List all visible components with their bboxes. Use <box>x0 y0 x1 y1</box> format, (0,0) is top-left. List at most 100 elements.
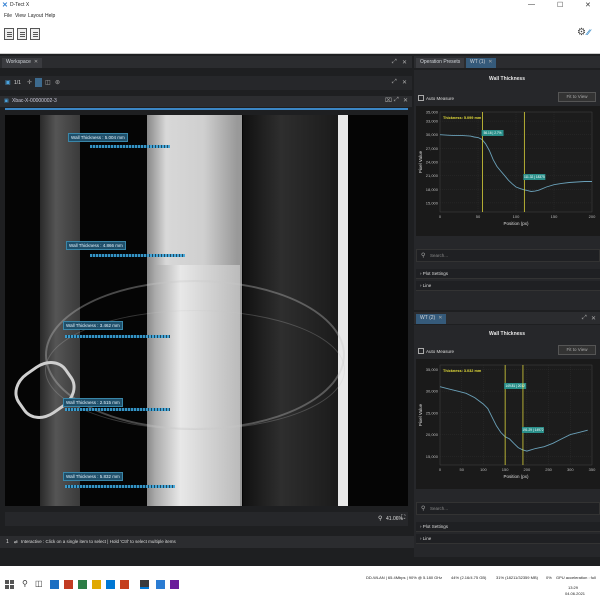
viewer-toolbar: ▣ 1/1 ✛ ◫ ⊛ ⤢ ✕ <box>0 76 412 90</box>
app-logo-icon: ✕ <box>2 2 8 9</box>
search-icon: ⚲ <box>421 506 426 512</box>
edge-icon[interactable] <box>50 580 59 589</box>
x-tick-label: 0 <box>439 467 442 472</box>
fit-to-view-button[interactable]: Fit to View <box>558 92 596 102</box>
measurement-label[interactable]: Wall Thickness : 3.462 mm <box>63 321 123 330</box>
profile-chart-2[interactable]: 15,000 20,000 25,000 30,000 35,000 0 50 100 150 2… <box>416 359 600 489</box>
minimize-button[interactable]: — <box>528 1 535 8</box>
menu-help[interactable]: Help <box>45 13 55 19</box>
x-tick-label: 200 <box>524 467 531 472</box>
search-field[interactable]: ⚲ Search... <box>416 502 600 515</box>
tab-workspace[interactable]: Workspace ✕ <box>2 58 43 68</box>
expand-icon[interactable]: ⤢ <box>582 315 587 322</box>
tab-label: Operation Presets <box>420 59 461 65</box>
status-text: Interactive : Click on a single item to … <box>21 539 176 544</box>
measurement-label[interactable]: Wall Thickness : 4.866 mm <box>66 241 126 250</box>
bookmark-icon[interactable]: ◫ <box>45 79 51 86</box>
expand-icon[interactable]: ⤢ <box>394 97 399 104</box>
app-icon[interactable] <box>156 580 165 589</box>
new-document-icon[interactable] <box>4 28 14 40</box>
marker-label: 191.29 | 14972 <box>522 428 543 432</box>
app-icon[interactable] <box>170 580 179 589</box>
close-icon[interactable]: ✕ <box>34 59 38 65</box>
auto-measure-label: Auto Measure <box>426 96 455 101</box>
list-item-line[interactable]: › Line <box>416 534 600 544</box>
select-tool-icon[interactable] <box>35 78 42 87</box>
dtect-taskbar-icon[interactable] <box>140 580 149 589</box>
powerpoint-icon[interactable] <box>120 580 129 589</box>
crosshair-icon[interactable]: ✛ <box>27 79 32 86</box>
plot-area <box>439 364 593 466</box>
memory-status: 31% (18211/32359 MB) <box>496 575 538 580</box>
close-icon[interactable]: ✕ <box>438 315 442 321</box>
close-button[interactable]: ✕ <box>585 1 591 9</box>
chart-svg: 15,000 18,000 21,000 24,000 27,000 30,000 33,0… <box>418 110 596 227</box>
network-status: DD-WLAN | 65.4Mbps | 90% @ 5.180 GHz <box>366 575 443 580</box>
search-icon[interactable]: ⚲ <box>22 579 28 588</box>
tab-wt-1[interactable]: WT (1) ✕ <box>466 58 497 68</box>
task-view-icon[interactable]: ◫ <box>35 579 43 588</box>
list-item-plot-settings[interactable]: › Plot Settings <box>416 522 600 532</box>
measurement-label[interactable]: Wall Thickness : 2.515 mm <box>63 398 123 407</box>
wt-panel-2: Wall Thickness Auto Measure Fit to View … <box>414 325 600 557</box>
list-item-label: Line <box>422 283 432 288</box>
panel-title: Wall Thickness <box>489 76 525 82</box>
close-icon[interactable]: ✕ <box>402 79 407 86</box>
y-tick-label: 33,000 <box>426 119 439 124</box>
fit-to-view-button[interactable]: Fit to View <box>558 345 596 355</box>
measurement-line[interactable] <box>65 485 175 488</box>
measurement-label[interactable]: Wall Thickness : 5.832 mm <box>63 472 123 481</box>
expand-icon[interactable]: ⤢ <box>392 59 397 66</box>
open-document-icon[interactable] <box>17 28 27 40</box>
menu-view[interactable]: View <box>15 13 26 19</box>
clock-date: 04.06.2021 <box>565 591 586 596</box>
measurement-label[interactable]: Wall Thickness : 5.004 mm <box>68 133 128 142</box>
thickness-label: Thickness: 3.032 mm <box>443 369 482 373</box>
close-icon[interactable]: ✕ <box>403 97 408 104</box>
search-field[interactable]: ⚲ Search... <box>416 249 600 262</box>
start-icon[interactable] <box>5 580 14 589</box>
zoom-icon[interactable]: ⚲ <box>378 515 382 522</box>
y-axis-label: Pixel Value <box>418 403 423 426</box>
gpu-status: 0% <box>546 575 552 580</box>
list-item-plot-settings[interactable]: › Plot Settings <box>416 269 600 279</box>
measurement-line[interactable] <box>90 254 185 257</box>
tab-operation-presets[interactable]: Operation Presets <box>416 58 465 68</box>
menu-bar: File View Layout Help <box>0 11 600 20</box>
list-item-line[interactable]: › Line <box>416 281 600 291</box>
explorer-icon[interactable] <box>92 580 101 589</box>
x-tick-label: 100 <box>480 467 487 472</box>
zoom-fit-icon[interactable]: ⛶ <box>401 515 405 522</box>
marker-label: 111.32 | 18375 <box>524 175 545 179</box>
y-tick-label: 35,000 <box>426 110 439 115</box>
measurement-line[interactable] <box>65 408 170 411</box>
outlook-icon[interactable] <box>106 580 115 589</box>
auto-measure-checkbox[interactable]: Auto Measure <box>418 348 454 354</box>
close-icon[interactable]: ✕ <box>591 315 596 322</box>
frames-icon[interactable]: ▣ <box>5 79 11 86</box>
close-icon[interactable]: ✕ <box>402 59 407 66</box>
settings-icon[interactable]: ⊛ <box>55 79 60 86</box>
auto-measure-checkbox[interactable]: Auto Measure <box>418 95 454 101</box>
x-tick-label: 150 <box>551 214 558 219</box>
x-axis-label: Position (px) <box>503 221 529 226</box>
menu-layout[interactable]: Layout <box>28 13 43 19</box>
y-tick-label: 15,000 <box>426 200 439 205</box>
app-icon[interactable] <box>64 580 73 589</box>
profile-chart-1[interactable]: 15,000 18,000 21,000 24,000 27,000 30,000 33,0… <box>416 106 600 236</box>
expand-icon[interactable]: ⤢ <box>392 79 397 86</box>
maximize-button[interactable]: ☐ <box>557 1 563 9</box>
gear-icon[interactable]: ⚙ <box>577 27 586 38</box>
image-tab-label[interactable]: Xbac-X-00000002-3 <box>12 98 57 104</box>
frame-counter: 1/1 <box>14 80 21 86</box>
measurement-line[interactable] <box>90 145 170 148</box>
xray-image-view[interactable]: Wall Thickness : 5.004 mm Wall Thickness… <box>5 115 408 506</box>
save-document-icon[interactable] <box>30 28 40 40</box>
close-icon[interactable]: ✕ <box>488 59 492 65</box>
app-icon[interactable] <box>78 580 87 589</box>
menu-file[interactable]: File <box>4 13 12 19</box>
camera-icon[interactable]: ⌧ <box>385 97 392 104</box>
tab-wt-2[interactable]: WT (2) ✕ <box>416 314 447 324</box>
measurement-line[interactable] <box>65 335 170 338</box>
chart-svg: 15,000 20,000 25,000 30,000 35,000 0 50 100 150 2… <box>418 364 596 479</box>
